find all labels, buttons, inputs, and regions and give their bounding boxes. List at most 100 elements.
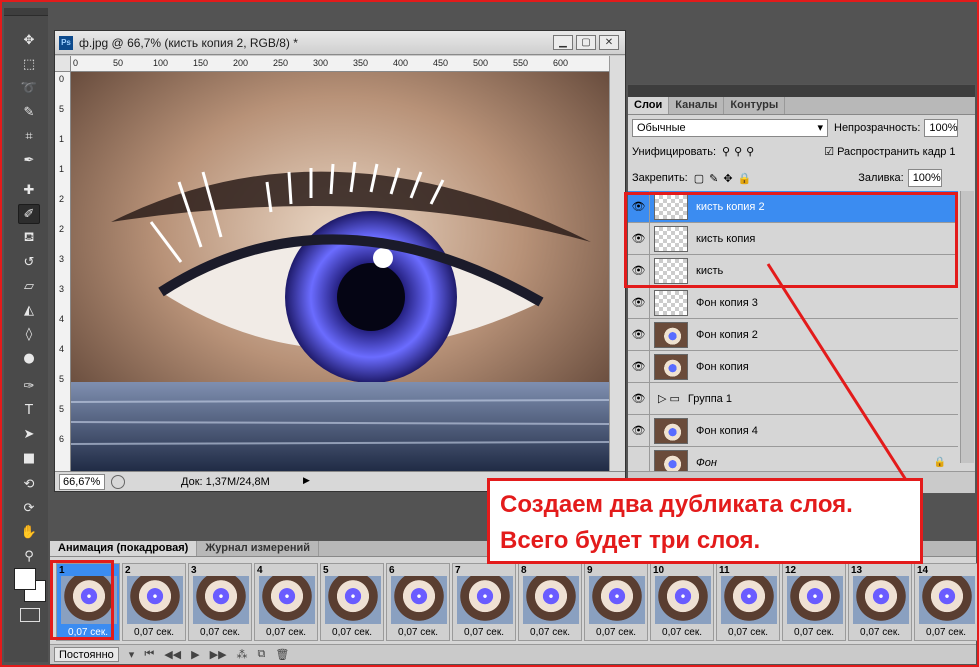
frame-delay[interactable]: 0,07 сек. — [585, 627, 647, 638]
animation-frame[interactable]: 11 0,07 сек. — [716, 563, 780, 641]
hand-tool-icon[interactable]: ✋ — [18, 522, 40, 542]
type-tool-icon[interactable]: T — [18, 400, 40, 420]
eyedropper-tool-icon[interactable]: ✒ — [18, 150, 40, 170]
propagate-checkbox[interactable]: ☑ — [824, 145, 834, 158]
layer-row[interactable]: 👁 ▷ ▭ Группа 1 — [628, 382, 958, 415]
unify-icons[interactable]: ⚲⚲⚲ — [722, 145, 758, 158]
animation-frame[interactable]: 12 0,07 сек. — [782, 563, 846, 641]
fill-field[interactable]: 100% — [907, 169, 942, 187]
3d-rotate-tool-icon[interactable]: ⟲ — [18, 474, 40, 494]
vertical-ruler[interactable]: 0 5 1 1 2 2 3 3 4 4 5 5 6 — [55, 72, 71, 472]
frame-delay[interactable]: 0,07 сек. — [387, 627, 449, 638]
layer-row[interactable]: 👁 Фон копия 4 — [628, 414, 958, 447]
frame-delay[interactable]: 0,07 сек. — [123, 627, 185, 638]
layers-scrollbar[interactable] — [960, 191, 974, 463]
stamp-tool-icon[interactable]: ⛾ — [18, 228, 40, 248]
document-title-bar[interactable]: Ps ф.jpg @ 66,7% (кисть копия 2, RGB/8) … — [55, 31, 625, 55]
frame-delay[interactable]: 0,07 сек. — [651, 627, 713, 638]
layer-row[interactable]: 👁 Фон копия 2 — [628, 318, 958, 351]
eye-icon[interactable]: 👁 — [628, 286, 650, 319]
delete-frame-icon[interactable]: 🗑 — [275, 648, 289, 661]
eraser-tool-icon[interactable]: ▱ — [18, 276, 40, 296]
blend-mode-select[interactable]: Обычные ▾ — [632, 119, 828, 137]
animation-frame[interactable]: 14 0,07 сек. — [914, 563, 978, 641]
frame-delay[interactable]: 0,07 сек. — [321, 627, 383, 638]
animation-frame[interactable]: 7 0,07 сек. — [452, 563, 516, 641]
loop-select[interactable]: Постоянно — [54, 647, 119, 662]
tab-paths[interactable]: Контуры — [724, 97, 786, 114]
duplicate-frame-icon[interactable]: ⧉ — [258, 648, 266, 661]
crop-tool-icon[interactable]: ⌗ — [18, 126, 40, 146]
quick-mask-icon[interactable] — [20, 608, 40, 622]
tab-measurement-log[interactable]: Журнал измерений — [197, 541, 320, 556]
layer-row[interactable]: 👁 Фон копия 3 — [628, 286, 958, 319]
ruler-h-tick: 350 — [353, 58, 369, 68]
animation-frame[interactable]: 3 0,07 сек. — [188, 563, 252, 641]
animation-frame[interactable]: 2 0,07 сек. — [122, 563, 186, 641]
healing-tool-icon[interactable]: ✚ — [18, 180, 40, 200]
frame-delay[interactable]: 0,07 сек. — [849, 627, 911, 638]
brush-tool-icon[interactable]: ✐ — [18, 204, 40, 224]
restore-button[interactable]: ▢ — [576, 35, 596, 50]
status-icon[interactable] — [111, 474, 125, 489]
eye-icon[interactable]: 👁 — [628, 414, 650, 447]
vertical-scrollbar[interactable] — [609, 56, 625, 472]
3d-orbit-tool-icon[interactable]: ⟳ — [18, 498, 40, 518]
tab-animation[interactable]: Анимация (покадровая) — [50, 541, 198, 556]
loop-chevron-icon[interactable]: ▾ — [129, 648, 135, 661]
animation-frame[interactable]: 9 0,07 сек. — [584, 563, 648, 641]
tab-channels[interactable]: Каналы — [669, 97, 725, 114]
minimize-button[interactable]: ▁ — [553, 35, 573, 50]
layer-row[interactable]: 👁 Фон копия — [628, 350, 958, 383]
frame-delay[interactable]: 0,07 сек. — [717, 627, 779, 638]
animation-frame[interactable]: 6 0,07 сек. — [386, 563, 450, 641]
eye-image — [71, 72, 609, 472]
foreground-color-swatch[interactable] — [14, 568, 36, 590]
lock-icons[interactable]: ▢✎✥🔒 — [694, 172, 757, 185]
status-menu-arrow-icon[interactable]: ▶ — [303, 475, 310, 486]
frame-delay[interactable]: 0,07 сек. — [189, 627, 251, 638]
animation-frame[interactable]: 13 0,07 сек. — [848, 563, 912, 641]
dodge-tool-icon[interactable]: ● — [18, 348, 40, 368]
animation-frame[interactable]: 4 0,07 сек. — [254, 563, 318, 641]
close-button[interactable]: ✕ — [599, 35, 619, 50]
pen-tool-icon[interactable]: ✑ — [18, 376, 40, 396]
ruler-v-tick: 6 — [59, 434, 65, 444]
ruler-corner[interactable] — [55, 56, 71, 72]
next-frame-icon[interactable]: ▶▶ — [210, 648, 227, 661]
quick-select-tool-icon[interactable]: ✎ — [18, 102, 40, 122]
eye-icon[interactable]: 👁 — [628, 350, 650, 383]
zoom-tool-icon[interactable]: ⚲ — [18, 546, 40, 566]
zoom-field[interactable]: 66,67% — [59, 473, 105, 490]
shape-tool-icon[interactable]: ■ — [18, 448, 40, 468]
lasso-tool-icon[interactable]: ➰ — [18, 78, 40, 98]
horizontal-ruler[interactable]: 0 50 100 150 200 250 300 350 400 450 500 550 600 — [71, 56, 609, 72]
tab-layers[interactable]: Слои — [628, 97, 670, 114]
document-canvas[interactable] — [71, 72, 609, 472]
tween-icon[interactable]: ⁂ — [237, 648, 248, 661]
animation-frame[interactable]: 10 0,07 сек. — [650, 563, 714, 641]
toolbox-grip[interactable] — [4, 8, 48, 16]
animation-frame[interactable]: 8 0,07 сек. — [518, 563, 582, 641]
frame-delay[interactable]: 0,07 сек. — [453, 627, 515, 638]
frame-delay[interactable]: 0,07 сек. — [783, 627, 845, 638]
history-brush-tool-icon[interactable]: ↺ — [18, 252, 40, 272]
blur-tool-icon[interactable]: ◊ — [18, 324, 40, 344]
first-frame-icon[interactable]: ⏮ — [144, 648, 154, 661]
eye-icon[interactable]: 👁 — [628, 318, 650, 351]
frame-delay[interactable]: 0,07 сек. — [519, 627, 581, 638]
panel-header[interactable] — [628, 85, 975, 97]
path-select-tool-icon[interactable]: ➤ — [18, 424, 40, 444]
animation-frame[interactable]: 5 0,07 сек. — [320, 563, 384, 641]
move-tool-icon[interactable]: ✥ — [18, 30, 40, 50]
opacity-field[interactable]: 100% — [924, 119, 959, 137]
frame-delay[interactable]: 0,07 сек. — [255, 627, 317, 638]
play-icon[interactable]: ▶ — [191, 648, 199, 661]
prev-frame-icon[interactable]: ◀◀ — [164, 648, 181, 661]
folder-icon[interactable]: ▷ ▭ — [658, 392, 680, 405]
marquee-tool-icon[interactable]: ⬚ — [18, 54, 40, 74]
paint-bucket-tool-icon[interactable]: ◭ — [18, 300, 40, 320]
eye-icon[interactable]: 👁 — [628, 382, 650, 415]
document-info[interactable]: Док: 1,37M/24,8M — [181, 476, 270, 488]
frame-delay[interactable]: 0,07 сек. — [915, 627, 977, 638]
